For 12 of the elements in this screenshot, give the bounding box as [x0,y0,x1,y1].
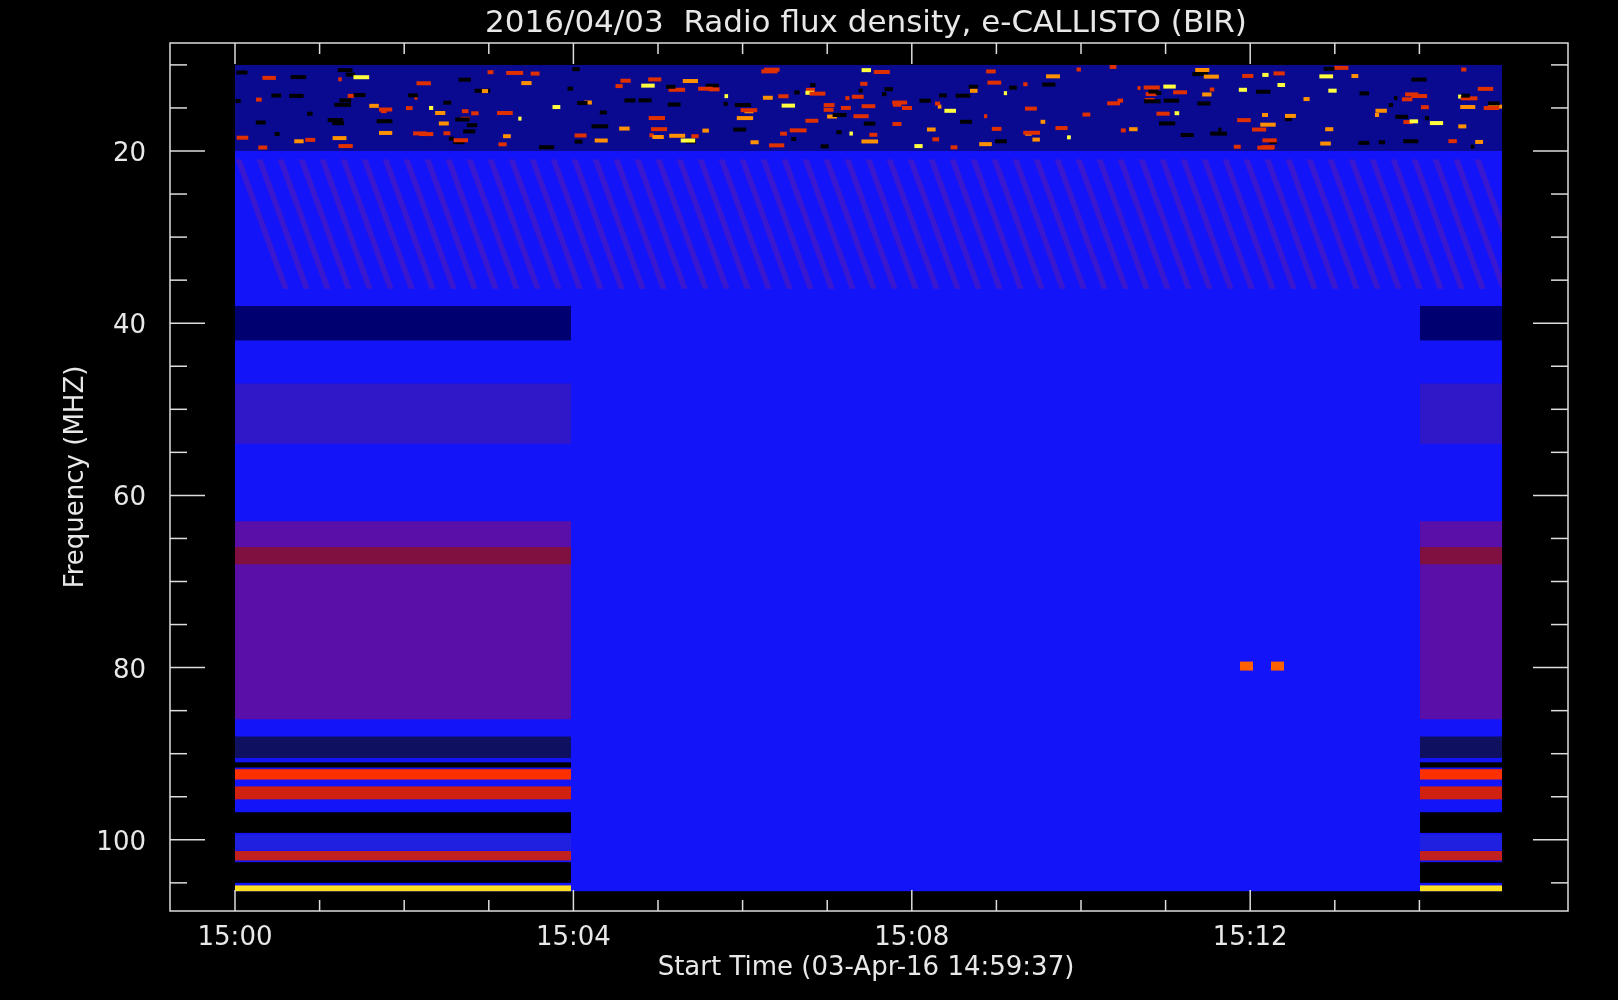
y-tick-label: 100 [96,825,146,856]
y-tick-label: 40 [112,309,146,340]
y-tick-label: 60 [112,481,146,512]
y-axis-label: Frequency (MHZ) [59,365,89,589]
chart-title: 2016/04/03 Radio flux density, e-CALLISTO (BIR) [485,3,1247,39]
x-tick-label: 15:00 [197,921,273,951]
x-tick-label: 15:04 [535,921,611,951]
y-tick-label: 80 [112,653,146,684]
x-tick-label: 15:12 [1212,921,1288,951]
y-tick-label: 20 [112,137,146,167]
x-tick-label: 15:08 [874,921,950,951]
x-axis-label: Start Time (03-Apr-16 14:59:37) [657,951,1075,981]
